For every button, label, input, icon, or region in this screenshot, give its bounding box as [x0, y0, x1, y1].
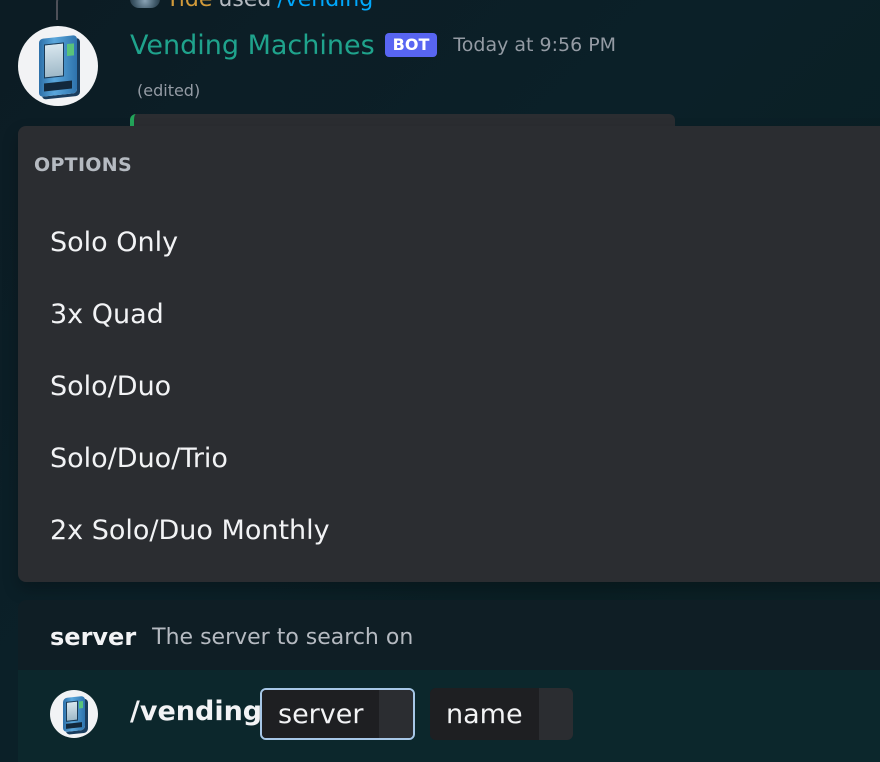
vending-machine-icon — [39, 35, 77, 97]
edited-label: (edited) — [137, 81, 201, 100]
option-item[interactable]: 3x Quad — [18, 284, 880, 344]
bot-avatar[interactable] — [18, 26, 98, 106]
option-item[interactable]: Solo Only — [18, 212, 880, 272]
param-chip-value-field[interactable] — [538, 688, 573, 740]
reply-username[interactable]: Tide — [166, 0, 212, 12]
option-item[interactable]: 2x Solo/Duo Monthly — [18, 500, 880, 560]
options-popup: OPTIONS Solo Only 3x Quad Solo/Duo Solo/… — [18, 126, 880, 582]
reply-command[interactable]: /vending — [277, 0, 373, 12]
reply-used-text: used — [218, 0, 271, 12]
param-chip-label: name — [430, 688, 539, 740]
command-name: /vending — [130, 696, 263, 727]
reply-reference[interactable]: Tide used /vending — [130, 0, 373, 12]
bot-badge: BOT — [384, 33, 438, 57]
option-item[interactable]: Solo/Duo/Trio — [18, 428, 880, 488]
reply-avatar — [130, 0, 160, 8]
command-app-avatar — [50, 690, 98, 738]
param-chip-value-field[interactable] — [379, 690, 414, 738]
command-panel: server The server to search on /vending … — [18, 600, 880, 762]
options-header: OPTIONS — [34, 154, 132, 176]
param-chip-server[interactable]: server — [260, 688, 416, 740]
message-timestamp: Today at 9:56 PM — [453, 34, 617, 56]
option-item[interactable]: Solo/Duo — [18, 356, 880, 416]
param-chip-label: server — [262, 690, 380, 738]
vending-machine-icon — [63, 695, 85, 733]
param-hint-description: The server to search on — [152, 624, 414, 650]
reply-connector-line — [56, 0, 72, 20]
author-name[interactable]: Vending Machines — [130, 30, 375, 61]
parameter-hint: server The server to search on — [50, 620, 413, 654]
command-input-row[interactable]: /vending server name — [18, 670, 880, 762]
param-hint-name: server — [50, 623, 137, 651]
param-chip-name[interactable]: name — [430, 688, 573, 740]
message-header: Vending Machines BOT Today at 9:56 PM — [130, 26, 616, 64]
